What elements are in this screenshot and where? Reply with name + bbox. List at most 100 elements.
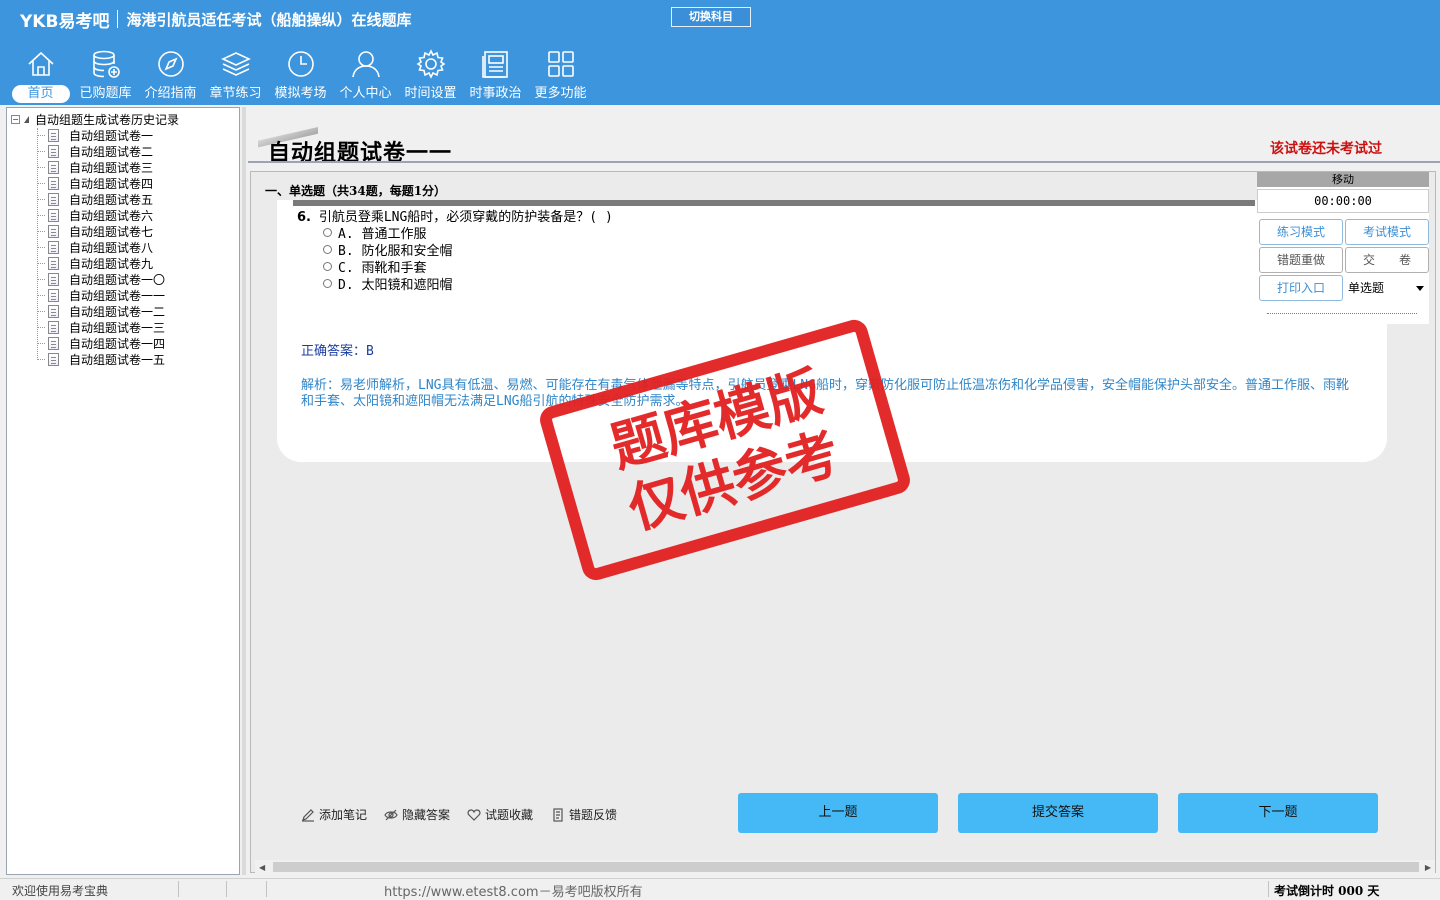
radio-button[interactable] xyxy=(323,262,332,271)
status-divider xyxy=(266,881,267,897)
report-icon xyxy=(553,807,563,822)
document-icon xyxy=(48,192,59,206)
nav-more[interactable]: 更多功能 xyxy=(528,48,593,103)
tree-root[interactable]: − 自动组题生成试卷历史记录 xyxy=(11,112,179,127)
brand-separator xyxy=(117,10,119,28)
document-icon xyxy=(48,240,59,254)
prev-question-button[interactable]: 上一题 xyxy=(738,793,938,833)
app-logo: YKB易考吧 xyxy=(20,11,110,32)
nav-chapter[interactable]: 章节练习 xyxy=(203,48,268,103)
news-icon xyxy=(481,51,508,78)
tree-item[interactable]: 自动组题试卷一 xyxy=(37,127,165,143)
feedback-label: 错题反馈 xyxy=(569,808,618,822)
progress-bar xyxy=(293,200,1255,206)
document-icon xyxy=(48,256,59,270)
tree-item[interactable]: 自动组题试卷一〇 xyxy=(37,271,165,287)
tree-item-label: 自动组题试卷一三 xyxy=(69,320,166,335)
radio-button[interactable] xyxy=(323,245,332,254)
tree-item[interactable]: 自动组题试卷一二 xyxy=(37,303,165,319)
section-heading: 一、单选题（共34题，每题1分） xyxy=(265,184,447,198)
tree-item[interactable]: 自动组题试卷八 xyxy=(37,239,165,255)
radio-button[interactable] xyxy=(323,228,332,237)
scrollbar-thumb[interactable] xyxy=(273,862,1419,872)
document-icon xyxy=(48,176,59,190)
tree-item[interactable]: 自动组题试卷一五 xyxy=(37,351,165,367)
radio-button[interactable] xyxy=(323,279,332,288)
question-card: 6. 引航员登乘LNG船时，必须穿戴的防护装备是？( ) A. 普通工作服 B.… xyxy=(277,200,1387,462)
exam-mode-button[interactable]: 考试模式 xyxy=(1345,219,1429,245)
add-note-tool[interactable]: 添加笔记 xyxy=(301,806,367,823)
tree-branch-line xyxy=(37,310,45,312)
document-icon xyxy=(48,304,59,318)
nav-mock-exam[interactable]: 模拟考场 xyxy=(268,48,333,103)
scroll-right-icon[interactable]: ▶ xyxy=(1425,863,1431,872)
tree-item-label: 自动组题试卷五 xyxy=(69,192,154,207)
title-divider xyxy=(248,161,1440,163)
question-type-select[interactable]: 单选题 xyxy=(1345,275,1429,301)
tree-item[interactable]: 自动组题试卷二 xyxy=(37,143,165,159)
nav-label: 时间设置 xyxy=(404,86,457,101)
tree-item[interactable]: 自动组题试卷七 xyxy=(37,223,165,239)
document-icon xyxy=(48,288,59,302)
document-icon xyxy=(48,336,59,350)
tree-item[interactable]: 自动组题试卷一四 xyxy=(37,335,165,351)
chevron-down-icon xyxy=(1416,286,1424,291)
nav-personal[interactable]: 个人中心 xyxy=(333,48,398,103)
submit-paper-button[interactable]: 交 卷 xyxy=(1345,247,1429,273)
eye-off-icon xyxy=(384,809,398,820)
practice-mode-button[interactable]: 练习模式 xyxy=(1259,219,1343,245)
user-icon xyxy=(351,51,380,78)
tree-item[interactable]: 自动组题试卷四 xyxy=(37,175,165,191)
tree-item-label: 自动组题试卷三 xyxy=(69,160,154,175)
tree-branch-line xyxy=(37,358,45,360)
collapse-icon[interactable]: − xyxy=(11,114,20,124)
tree-branch-line xyxy=(37,278,45,280)
document-icon xyxy=(48,160,59,174)
panel-resize-handle[interactable] xyxy=(1267,313,1417,314)
nav-time-settings[interactable]: 时间设置 xyxy=(398,48,463,103)
answer-analysis: 解析：易老师解析，LNG具有低温、易燃、可能存在有毒气体泄漏等特点，引航员登乘L… xyxy=(301,378,1349,409)
tree-item[interactable]: 自动组题试卷六 xyxy=(37,207,165,223)
option-d[interactable]: D. 太阳镜和遮阳帽 xyxy=(323,274,452,293)
tree-branch-line xyxy=(37,166,45,168)
tree-item[interactable]: 自动组题试卷一三 xyxy=(37,319,165,335)
switch-subject-button[interactable]: 切换科目 xyxy=(671,7,751,27)
submit-answer-button[interactable]: 提交答案 xyxy=(958,793,1158,833)
nav-home[interactable]: 首页 xyxy=(8,48,73,103)
tree-item[interactable]: 自动组题试卷五 xyxy=(37,191,165,207)
tree-item[interactable]: 自动组题试卷一一 xyxy=(37,287,165,303)
feedback-tool[interactable]: 错题反馈 xyxy=(551,806,617,823)
pencil-icon xyxy=(302,808,314,822)
panel-splitter[interactable] xyxy=(242,107,246,875)
document-icon xyxy=(48,224,59,238)
panel-drag-handle[interactable]: 移动 xyxy=(1257,172,1429,187)
tree-item-label: 自动组题试卷一 xyxy=(69,128,154,143)
status-divider xyxy=(178,881,179,897)
nav-politics[interactable]: 时事政治 xyxy=(463,48,528,103)
tree-branch-line xyxy=(37,230,45,232)
tree-branch-line xyxy=(37,150,45,152)
nav-label: 介绍指南 xyxy=(144,86,197,101)
horizontal-scrollbar[interactable]: ◀ ▶ xyxy=(255,860,1435,874)
app-header: YKB易考吧 海港引航员适任考试（船舶操纵）在线题库 切换科目 首页 已购题库 … xyxy=(0,0,1440,105)
nav-purchased[interactable]: 已购题库 xyxy=(73,48,138,103)
tree-item[interactable]: 自动组题试卷九 xyxy=(37,255,165,271)
scroll-left-icon[interactable]: ◀ xyxy=(259,863,265,872)
print-button[interactable]: 打印入口 xyxy=(1259,275,1343,301)
tree-branch-line xyxy=(37,214,45,216)
redo-wrong-button[interactable]: 错题重做 xyxy=(1259,247,1343,273)
tree-branch-line xyxy=(37,134,45,136)
nav-label: 时事政治 xyxy=(469,86,522,101)
paper-history-tree: − 自动组题生成试卷历史记录 自动组题试卷一 自动组题试卷二 自动组题试卷三 自动组题… xyxy=(6,107,240,875)
nav-guide[interactable]: 介绍指南 xyxy=(138,48,203,103)
tree-item-label: 自动组题试卷六 xyxy=(69,208,154,223)
heart-icon xyxy=(467,808,481,821)
hide-answer-tool[interactable]: 隐藏答案 xyxy=(384,806,450,823)
tree-item-label: 自动组题试卷一一 xyxy=(69,288,166,303)
grid-icon xyxy=(547,51,574,77)
tree-item[interactable]: 自动组题试卷三 xyxy=(37,159,165,175)
next-question-button[interactable]: 下一题 xyxy=(1178,793,1378,833)
status-divider xyxy=(226,881,227,897)
document-icon xyxy=(48,352,59,366)
favorite-tool[interactable]: 试题收藏 xyxy=(467,806,533,823)
